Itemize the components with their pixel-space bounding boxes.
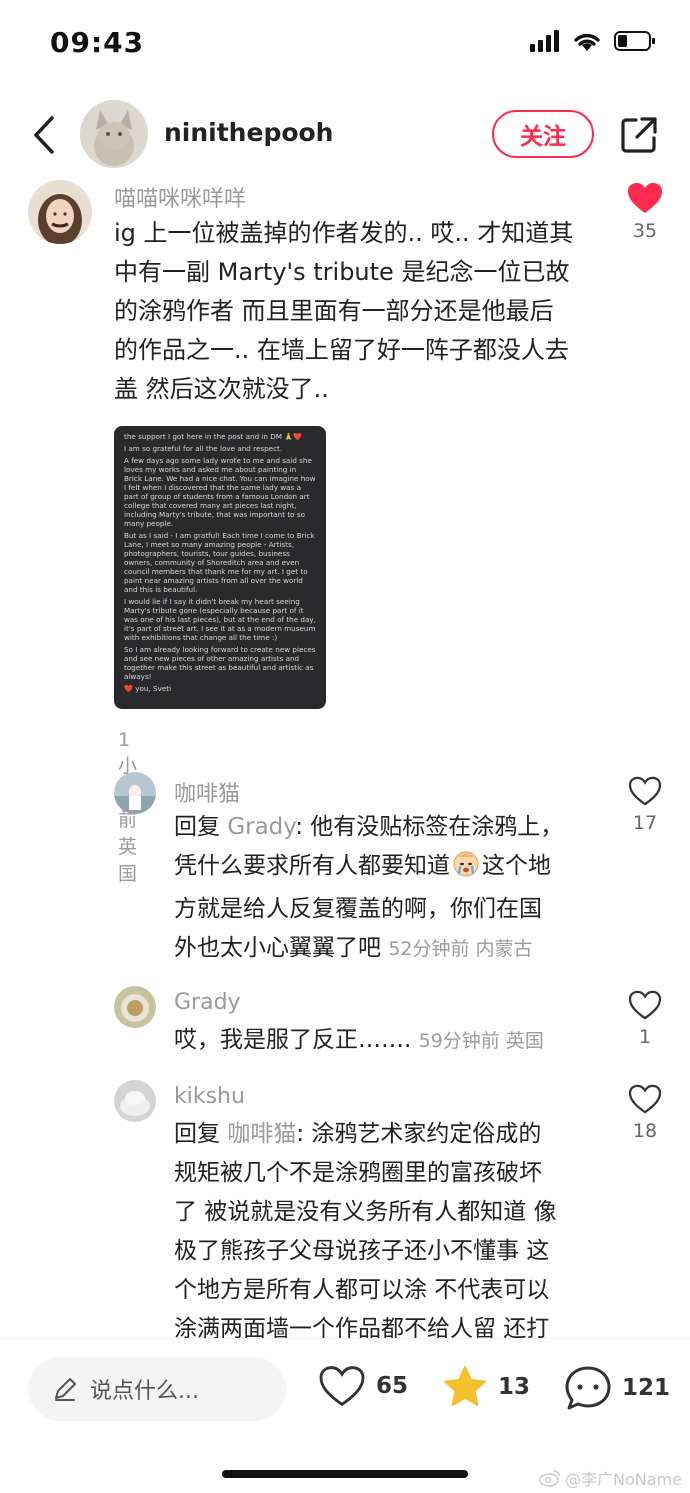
post-header: ninithepooh 关注 <box>0 96 690 176</box>
comment-line: 方就是给人反复覆盖的啊，你们在国 <box>174 896 542 922</box>
post-comment-button[interactable]: 121 <box>564 1365 670 1411</box>
post-collect-button[interactable]: 13 <box>442 1365 530 1409</box>
commenter-name[interactable]: kikshu <box>174 1084 245 1109</box>
comment-line: ig 上一位被盖掉的作者发的.. 哎.. 才知道其 <box>114 219 574 247</box>
image-text-line: ❤️ you, Sveti <box>124 684 172 693</box>
comment-line: 的涂鸦作者 而且里面有一部分还是他最后 <box>114 297 554 325</box>
watermark: @李广NoName <box>539 1466 682 1490</box>
comment-bubble-icon <box>565 1366 611 1410</box>
reply-target[interactable]: Grady <box>227 814 295 840</box>
weibo-logo-icon <box>539 1470 560 1487</box>
comment-line: 的作品之一.. 在墙上留了好一阵子都没人去 <box>114 336 569 364</box>
like-count: 18 <box>632 1120 658 1142</box>
like-button[interactable]: 1 <box>620 990 670 1048</box>
post-collect-count: 13 <box>498 1374 531 1400</box>
commenter-avatar[interactable] <box>114 772 156 814</box>
reply-target[interactable]: 咖啡猫 <box>227 1121 296 1147</box>
like-button[interactable]: 17 <box>620 776 670 834</box>
comment-meta: 59分钟前 英国 <box>418 1030 544 1052</box>
heart-filled-icon <box>628 183 662 213</box>
commenter-name[interactable]: 喵喵咪咪咩咩 <box>114 181 246 213</box>
reply-prefix: 回复 <box>174 814 220 840</box>
comment-text: 哎，我是服了反正……. 59分钟前 英国 <box>174 1021 604 1061</box>
heart-outline-icon <box>628 1084 662 1114</box>
image-text-line: I am so grateful for all the love and re… <box>124 444 283 453</box>
image-text-line: But as I said - I am gratful! Each time … <box>124 531 315 594</box>
image-text-line: I would lie if I say it didn't break my … <box>124 597 316 642</box>
status-bar: 09:43 <box>0 0 690 90</box>
commenter-name[interactable]: 咖啡猫 <box>174 776 240 808</box>
comment-meta: 52分钟前 内蒙古 <box>388 938 533 960</box>
heart-outline-icon <box>628 990 662 1020</box>
like-count: 1 <box>638 1026 652 1048</box>
post-like-button[interactable]: 65 <box>318 1365 408 1407</box>
comment-input-placeholder: 说点什么... <box>90 1379 199 1404</box>
post-like-count: 65 <box>376 1373 409 1399</box>
comment-text: 回复 Grady: 他有没贴标签在涂鸦上， 凭什么要求所有人都要知道 这个地 方就… <box>174 808 604 969</box>
comment-line: : 涂鸦艺术家约定俗成的 <box>296 1121 542 1147</box>
comment-line: 中有一副 Marty's tribute 是纪念一位已故 <box>114 258 570 286</box>
image-text-line: So I am already looking forward to creat… <box>124 645 316 681</box>
comment-line: 凭什么要求所有人都要知道 <box>174 853 450 879</box>
home-indicator[interactable] <box>222 1470 468 1478</box>
comment-line: 个地方是所有人都可以涂 不代表可以 <box>174 1277 550 1303</box>
like-count: 17 <box>632 812 658 834</box>
wifi-icon <box>574 33 600 51</box>
commenter-avatar[interactable] <box>114 1080 156 1122</box>
back-arrow-icon[interactable] <box>28 114 62 156</box>
comment-line: 哎，我是服了反正……. <box>174 1027 412 1053</box>
heart-outline-icon <box>319 1366 365 1407</box>
image-text-line: the support I got here in the post and i… <box>124 432 303 441</box>
crying-emoji-icon <box>452 849 480 890</box>
heart-outline-icon <box>628 776 662 806</box>
signal-icon <box>530 30 559 52</box>
author-name[interactable]: ninithepooh <box>164 118 333 147</box>
reply-prefix: 回复 <box>174 1121 220 1147</box>
commenter-name[interactable]: Grady <box>174 990 241 1015</box>
comment-line: 外也太小心翼翼了吧 <box>174 935 381 961</box>
comment-line: 盖 然后这次就没了.. <box>114 375 329 403</box>
like-count: 35 <box>632 220 658 242</box>
comment-input[interactable]: 说点什么... <box>28 1357 286 1421</box>
commenter-avatar[interactable] <box>114 986 156 1028</box>
share-icon[interactable] <box>620 116 658 154</box>
comment-text: 回复 咖啡猫: 涂鸦艺术家约定俗成的 规矩被几个不是涂鸦圈里的富孩破坏 了 被说… <box>174 1115 614 1349</box>
bottom-action-bar: 说点什么... 65 13 121 <box>0 1338 690 1438</box>
comment-line: : 他有没贴标签在涂鸦上， <box>295 814 564 840</box>
like-button[interactable]: 35 <box>620 182 670 242</box>
status-time: 09:43 <box>50 26 145 59</box>
image-text-line: A few days ago some lady wrote to me and… <box>124 456 316 528</box>
comment-line: 这个地 <box>482 853 551 879</box>
comment-line: 极了熊孩子父母说孩子还小不懂事 这 <box>174 1238 550 1264</box>
follow-button[interactable]: 关注 <box>492 110 594 158</box>
comment-image[interactable]: the support I got here in the post and i… <box>114 426 326 709</box>
author-avatar[interactable] <box>80 100 148 168</box>
commenter-avatar[interactable] <box>28 180 92 244</box>
status-icons <box>530 30 656 52</box>
like-button[interactable]: 18 <box>620 1084 670 1142</box>
watermark-text: @李广NoName <box>565 1470 682 1489</box>
battery-icon <box>614 31 655 51</box>
comment-line: 规矩被几个不是涂鸦圈里的富孩破坏 <box>174 1160 542 1186</box>
comment-text: ig 上一位被盖掉的作者发的.. 哎.. 才知道其 中有一副 Marty's t… <box>114 214 604 409</box>
post-comment-count: 121 <box>622 1375 671 1401</box>
star-icon <box>444 1366 486 1406</box>
comment-line: 了 被说就是没有义务所有人都知道 像 <box>174 1199 557 1225</box>
pencil-icon <box>55 1378 76 1401</box>
